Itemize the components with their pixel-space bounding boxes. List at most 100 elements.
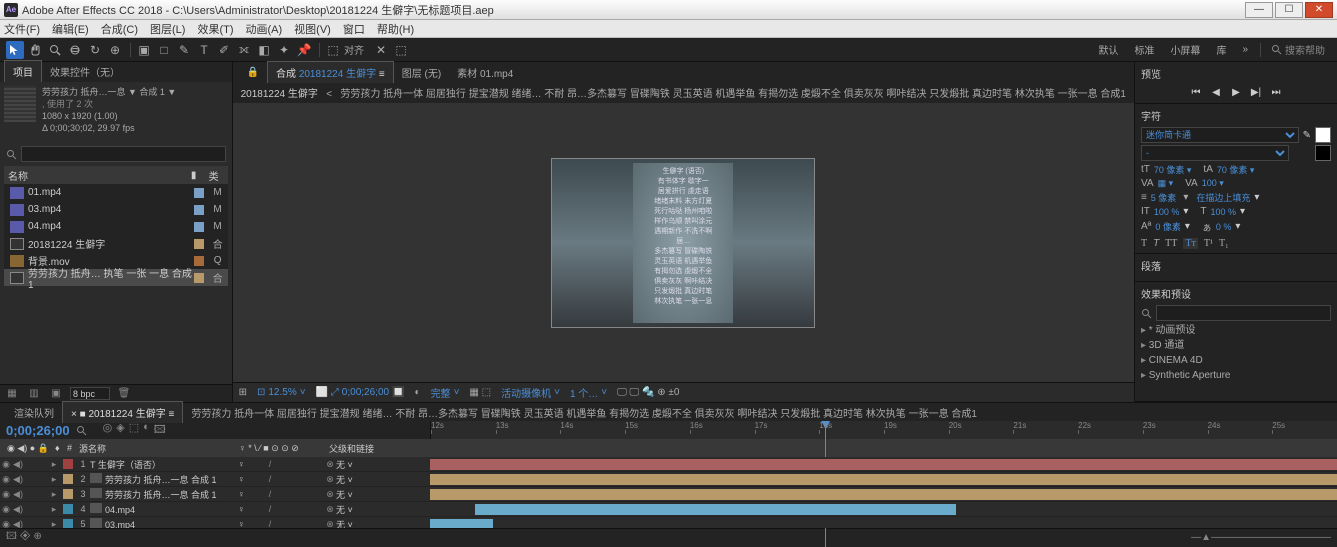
- menu-item[interactable]: 合成(C): [101, 21, 138, 37]
- project-item[interactable]: 03.mp4M: [4, 201, 228, 218]
- effects-search-input[interactable]: [1156, 305, 1331, 321]
- font-style-dropdown[interactable]: -: [1141, 145, 1289, 161]
- layer-row[interactable]: ◉◀) ▸5 03.mp4 ♀/ ⊗无 ˅: [0, 517, 1337, 528]
- eraser-tool[interactable]: ◧: [255, 41, 273, 59]
- text-tool[interactable]: T: [195, 41, 213, 59]
- baseline[interactable]: 0 像素: [1155, 220, 1181, 233]
- tl-opt-5[interactable]: 🖾: [154, 421, 166, 440]
- font-size[interactable]: 70 像素 ▾: [1154, 163, 1192, 176]
- snap-opt-1[interactable]: ✕: [372, 41, 390, 59]
- project-list[interactable]: 01.mp4M03.mp4M04.mp4M20181224 生僻字合背景.mov…: [4, 184, 228, 286]
- next-frame-button[interactable]: ▶|: [1248, 85, 1264, 99]
- rect-tool[interactable]: □: [155, 41, 173, 59]
- orbit-tool[interactable]: [66, 41, 84, 59]
- panel-paragraph-title[interactable]: 段落: [1141, 258, 1331, 273]
- fill-swatch[interactable]: [1315, 127, 1331, 143]
- tab-project[interactable]: 项目: [4, 60, 42, 82]
- workspace-more[interactable]: »: [1234, 44, 1256, 55]
- tab-render-queue[interactable]: 渲染队列: [6, 402, 62, 423]
- grid-icon[interactable]: ⊞: [239, 387, 247, 398]
- tracking[interactable]: 100 ▾: [1202, 178, 1224, 189]
- viewer-canvas-area[interactable]: 生僻字 (语否)有书体字 歇字一居爱拼行 虔走语绪绪末料 未方灯夏死行咕哒 杨州…: [233, 103, 1134, 382]
- tl-opt-2[interactable]: ◈: [116, 421, 124, 440]
- breadcrumb[interactable]: 20181224 生僻字: [241, 89, 318, 100]
- snap-opt-2[interactable]: ⬚: [392, 41, 410, 59]
- tab-composition[interactable]: 合成 20181224 生僻字 ≡: [267, 61, 394, 83]
- zoom-slider[interactable]: —▲————————————: [1191, 532, 1331, 543]
- resolution-dropdown[interactable]: 完整 ˅: [431, 385, 460, 400]
- stroke-mode[interactable]: 在描边上填充: [1196, 191, 1250, 204]
- tab-layer[interactable]: 图层 (无): [394, 62, 449, 83]
- project-search-input[interactable]: [21, 146, 226, 162]
- view-icons[interactable]: 🖵 🖵 🔩 ⊕ ±0: [617, 387, 679, 398]
- search-help[interactable]: 搜索帮助: [1265, 42, 1331, 57]
- current-time[interactable]: 0;00;26;00: [6, 423, 70, 438]
- menu-item[interactable]: 视图(V): [294, 21, 331, 37]
- panel-character-title[interactable]: 字符: [1141, 108, 1331, 123]
- col-label[interactable]: ▮: [184, 170, 204, 181]
- snap-label[interactable]: 对齐: [344, 42, 364, 57]
- col-switches[interactable]: ♀ * \ ⁄ ■ ⊙ ⊙ ⊘: [236, 443, 326, 454]
- last-frame-button[interactable]: ⏭: [1268, 85, 1284, 99]
- bold-button[interactable]: T: [1141, 238, 1147, 249]
- font-family-dropdown[interactable]: 迷你简卡通: [1141, 127, 1299, 143]
- stroke-width[interactable]: 5 像素: [1151, 191, 1177, 204]
- hscale[interactable]: 100 %: [1211, 207, 1237, 217]
- brush-tool[interactable]: ✐: [215, 41, 233, 59]
- workspace-tab[interactable]: 标准: [1126, 42, 1162, 57]
- layer-row[interactable]: ◉◀) ▸2 劳劳孩力 抵舟…一息 合成 1 ♀/ ⊗无 ˅: [0, 472, 1337, 487]
- layer-row[interactable]: ◉◀) ▸4 04.mp4 ♀/ ⊗无 ˅: [0, 502, 1337, 517]
- project-item[interactable]: 劳劳孩力 抵舟… 执笔 一张 一息 合成 1合: [4, 269, 228, 286]
- effect-category[interactable]: 3D 通道: [1141, 338, 1331, 353]
- move-tool[interactable]: [6, 41, 24, 59]
- close-button[interactable]: ✕: [1305, 2, 1333, 18]
- prev-frame-button[interactable]: ◀: [1208, 85, 1224, 99]
- rotate-tool[interactable]: ↻: [86, 41, 104, 59]
- hand-tool[interactable]: [26, 41, 44, 59]
- layer-row[interactable]: ◉◀) ▸1 T 生僻字（语否） ♀/ ⊗无 ˅: [0, 457, 1337, 472]
- snap-icon[interactable]: ⬚: [324, 41, 342, 59]
- menu-item[interactable]: 动画(A): [246, 21, 283, 37]
- panel-preview-title[interactable]: 预览: [1141, 66, 1331, 81]
- menu-item[interactable]: 帮助(H): [377, 21, 414, 37]
- menu-item[interactable]: 图层(L): [150, 21, 185, 37]
- mask-icon[interactable]: ◐: [415, 387, 421, 398]
- col-type[interactable]: 类: [204, 168, 224, 183]
- effect-category[interactable]: * 动画预设: [1141, 323, 1331, 338]
- play-button[interactable]: ▶: [1228, 85, 1244, 99]
- col-source[interactable]: 源名称: [76, 442, 236, 455]
- project-item[interactable]: 04.mp4M: [4, 218, 228, 235]
- first-frame-button[interactable]: ⏮: [1188, 85, 1204, 99]
- col-name[interactable]: 名称: [8, 168, 184, 183]
- tsume[interactable]: 0 %: [1216, 222, 1232, 232]
- res-dropdown[interactable]: ⬜ ⤢ 0;00;26;00 🔲: [316, 387, 405, 398]
- menu-item[interactable]: 编辑(E): [52, 21, 89, 37]
- leading[interactable]: 70 像素 ▾: [1217, 163, 1255, 176]
- transparency-icon[interactable]: ▦ ⬚: [469, 387, 491, 398]
- allcaps-button[interactable]: TT: [1165, 238, 1177, 249]
- menu-item[interactable]: 效果(T): [197, 21, 233, 37]
- workspace-tab[interactable]: 小屏幕: [1162, 42, 1208, 57]
- camera-dropdown[interactable]: 活动摄像机 ˅: [501, 385, 560, 400]
- tab-effect-controls[interactable]: 效果控件（无）: [42, 61, 128, 82]
- time-ruler[interactable]: 12s13s14s15s16s17s18s19s20s21s22s23s24s2…: [431, 421, 1337, 439]
- pen-tool[interactable]: ✎: [175, 41, 193, 59]
- tl-opt-3[interactable]: ⬚: [129, 421, 139, 440]
- new-comp-button[interactable]: ▣: [48, 387, 64, 401]
- tl-opt-1[interactable]: ◎: [103, 421, 113, 440]
- eyedropper-icon[interactable]: ✎: [1303, 130, 1311, 141]
- layer-row[interactable]: ◉◀) ▸3 劳劳孩力 抵舟…一息 合成 1 ♀/ ⊗无 ˅: [0, 487, 1337, 502]
- clone-tool[interactable]: ⟗: [235, 41, 253, 59]
- effect-category[interactable]: Synthetic Aperture: [1141, 368, 1331, 383]
- tab-footage[interactable]: 素材 01.mp4: [449, 62, 521, 83]
- camera-tool[interactable]: ⊕: [106, 41, 124, 59]
- folder-button[interactable]: ▥: [26, 387, 42, 401]
- puppet-tool[interactable]: 📌: [295, 41, 313, 59]
- delete-button[interactable]: 🗑: [116, 387, 132, 401]
- interpret-button[interactable]: ▦: [4, 387, 20, 401]
- effect-category[interactable]: CINEMA 4D: [1141, 353, 1331, 368]
- minimize-button[interactable]: —: [1245, 2, 1273, 18]
- anchor-tool[interactable]: ▣: [135, 41, 153, 59]
- italic-button[interactable]: T: [1153, 238, 1159, 249]
- tl-opt-4[interactable]: ◐: [143, 421, 150, 440]
